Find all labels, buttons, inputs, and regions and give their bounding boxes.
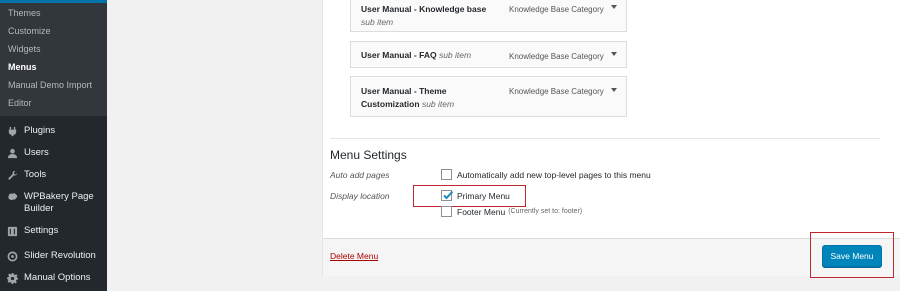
sidebar-item-label: Slider Revolution (24, 250, 96, 261)
primary-menu-checkbox[interactable] (441, 190, 454, 201)
sidebar-item-tools[interactable]: Tools (0, 164, 107, 186)
primary-menu-label: Primary Menu (457, 190, 510, 201)
slider-revolution-icon (6, 250, 18, 262)
checkmark-icon (443, 190, 454, 200)
menu-item-sub-label: sub item (438, 50, 472, 60)
submenu-item-customize[interactable]: Customize (0, 22, 107, 40)
submenu-item-menus[interactable]: Menus (0, 58, 107, 76)
settings-icon (6, 225, 18, 237)
sidebar-item-slider-revolution[interactable]: Slider Revolution (0, 245, 107, 267)
sidebar-item-label: Manual Options (24, 272, 91, 283)
menu-item-title: User Manual - Knowledge base sub item (361, 4, 487, 27)
submenu-item-manual-demo-import[interactable]: Manual Demo Import (0, 76, 107, 94)
footer-menu-label: Footer Menu (457, 206, 506, 217)
save-menu-button[interactable]: Save Menu (822, 245, 882, 267)
menu-item-type: Knowledge Base Category (509, 87, 604, 96)
menu-item-sub-label: sub item (421, 99, 455, 109)
menu-item-title: User Manual - FAQ sub item (361, 50, 472, 60)
submenu-item-editor[interactable]: Editor (0, 94, 107, 112)
sidebar-item-label: Users (24, 147, 49, 158)
expand-caret-icon[interactable] (611, 88, 617, 92)
menu-item-knowledge-base[interactable]: User Manual - Knowledge base sub item Kn… (350, 0, 627, 32)
sidebar-item-label: WPBakery Page Builder (24, 191, 94, 214)
menu-settings-title: Menu Settings (330, 148, 407, 162)
users-icon (6, 147, 18, 159)
expand-caret-icon[interactable] (611, 5, 617, 9)
sidebar-item-settings[interactable]: Settings (0, 220, 107, 242)
display-location-label: Display location (330, 191, 390, 201)
menu-item-type: Knowledge Base Category (509, 52, 604, 61)
auto-add-pages-option-label: Automatically add new top-level pages to… (457, 169, 651, 180)
sidebar-item-plugins[interactable]: Plugins (0, 120, 107, 142)
menu-item-sub-label: sub item (361, 17, 394, 27)
sidebar-item-label: Settings (24, 225, 59, 236)
auto-add-pages-checkbox[interactable] (441, 169, 452, 180)
submenu-item-themes[interactable]: Themes (0, 4, 107, 22)
footer-menu-option[interactable]: Footer Menu (Currently set to: footer) (441, 206, 582, 217)
wpbakery-icon (6, 191, 18, 203)
sidebar-item-wpbakery[interactable]: WPBakery Page Builder (0, 186, 107, 220)
submenu-accent (0, 0, 107, 3)
menu-item-title: User Manual - Theme Customization sub it… (361, 86, 455, 109)
menu-item-faq[interactable]: User Manual - FAQ sub item Knowledge Bas… (350, 41, 627, 68)
gear-icon (6, 272, 18, 284)
footer-menu-note: (Currently set to: footer) (508, 208, 583, 215)
delete-menu-link[interactable]: Delete Menu (330, 251, 378, 261)
menu-item-type: Knowledge Base Category (509, 5, 604, 14)
auto-add-pages-label: Auto add pages (330, 170, 390, 180)
admin-sidebar: Themes Customize Widgets Menus Manual De… (0, 0, 107, 291)
primary-menu-option[interactable]: Primary Menu (441, 190, 510, 201)
expand-caret-icon[interactable] (611, 52, 617, 56)
settings-divider (330, 138, 880, 139)
sidebar-item-manual-options[interactable]: Manual Options (0, 267, 107, 289)
submenu-item-widgets[interactable]: Widgets (0, 40, 107, 58)
sidebar-item-label: Plugins (24, 125, 56, 136)
wrench-icon (6, 169, 18, 181)
footer-menu-checkbox[interactable] (441, 206, 452, 217)
appearance-submenu: Themes Customize Widgets Menus Manual De… (0, 0, 107, 116)
menu-item-theme-customization[interactable]: User Manual - Theme Customization sub it… (350, 76, 627, 117)
sidebar-item-label: Tools (24, 169, 47, 180)
sidebar-item-users[interactable]: Users (0, 142, 107, 164)
plug-icon (6, 125, 18, 137)
auto-add-pages-option[interactable]: Automatically add new top-level pages to… (441, 169, 651, 180)
